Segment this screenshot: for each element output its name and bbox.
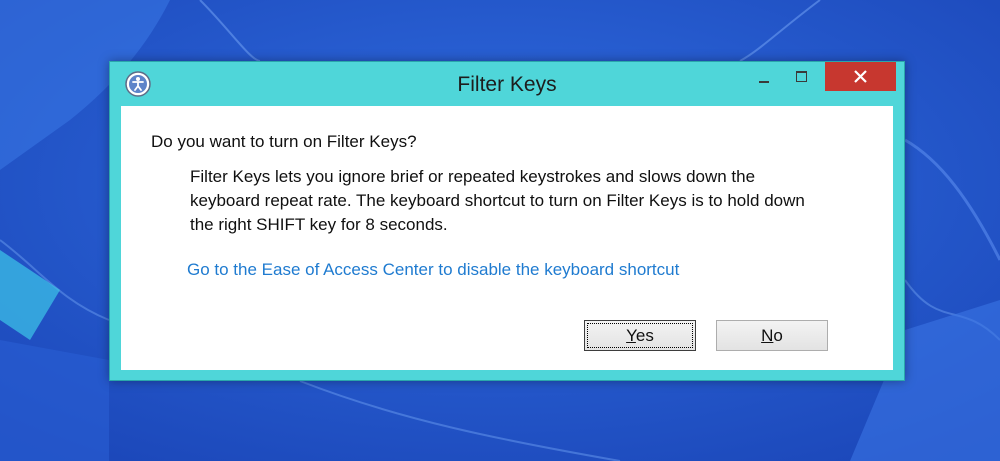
dialog-question: Do you want to turn on Filter Keys? [151,132,417,151]
yes-label-rest: es [635,326,654,345]
yes-button[interactable]: Yes [584,320,696,351]
minimize-button[interactable] [747,62,781,93]
close-icon [854,70,867,83]
no-label-rest: o [773,326,783,345]
title-bar[interactable]: Filter Keys [110,62,904,106]
maximize-button[interactable] [785,62,819,93]
minimize-icon [759,81,769,83]
dialog-description: Filter Keys lets you ignore brief or rep… [190,165,870,237]
ease-of-access-center-link[interactable]: Go to the Ease of Access Center to disab… [187,260,679,280]
no-button[interactable]: No [716,320,828,351]
close-button[interactable] [825,62,896,91]
maximize-icon [796,71,807,82]
yes-accelerator: Y [626,326,636,345]
description-line: the right SHIFT key for 8 seconds. [190,215,448,234]
filter-keys-dialog: Filter Keys Do you want to turn on Filte… [109,61,905,381]
no-accelerator: N [761,326,774,345]
description-line: keyboard repeat rate. The keyboard short… [190,191,805,210]
dialog-content: Do you want to turn on Filter Keys? Filt… [121,106,893,370]
description-line: Filter Keys lets you ignore brief or rep… [190,167,756,186]
